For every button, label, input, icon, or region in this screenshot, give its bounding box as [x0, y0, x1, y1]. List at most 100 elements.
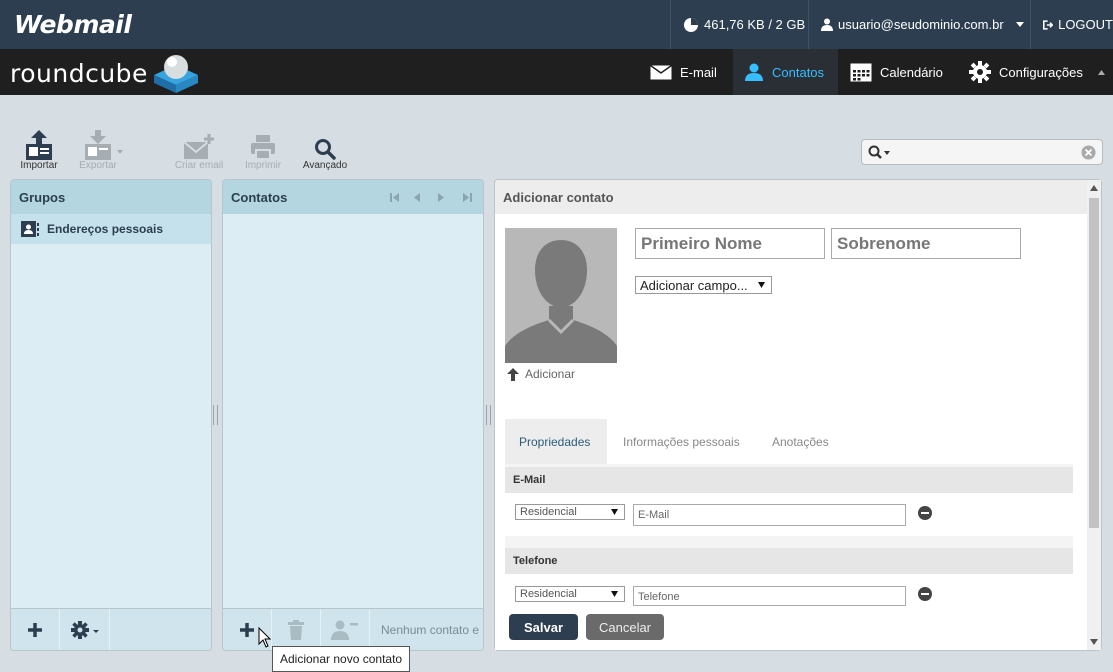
phone-type-select[interactable]: Residencial	[515, 586, 625, 602]
nav-bar: roundcube E-mail Contatos Calendário Con…	[0, 49, 1113, 95]
caret-up-icon	[1098, 69, 1105, 75]
import-button[interactable]: Importar	[11, 128, 67, 171]
nav-email-label: E-mail	[680, 64, 717, 80]
remove-from-group-button[interactable]	[321, 609, 370, 650]
arrow-up-icon	[507, 367, 519, 381]
contacts-panel: Contatos Nenhum contato e	[222, 179, 484, 651]
search-icon	[315, 139, 336, 160]
remove-user-icon	[331, 620, 358, 640]
nav-contacts[interactable]: Contatos	[733, 49, 838, 95]
export-button[interactable]: Exportar	[76, 128, 132, 171]
gear-icon	[70, 621, 99, 639]
compose-mail-icon	[183, 134, 214, 159]
trash-icon	[288, 620, 304, 640]
select-arrow-icon	[611, 591, 618, 597]
first-page-icon[interactable]	[389, 193, 401, 202]
delete-contact-button[interactable]	[272, 609, 321, 650]
calendar-icon	[850, 63, 872, 81]
last-name-input[interactable]: Sobrenome	[831, 228, 1021, 259]
groups-panel: Grupos Endereços pessoais	[10, 179, 212, 651]
advanced-label: Avançado	[302, 160, 348, 171]
print-button[interactable]: Imprimir	[235, 128, 291, 171]
import-label: Importar	[20, 160, 58, 171]
pagination	[389, 193, 473, 202]
nav-settings[interactable]: Configurações	[958, 49, 1098, 95]
quota-indicator: 461,76 KB / 2 GB	[670, 0, 808, 49]
tooltip: Adicionar novo contato	[272, 646, 411, 672]
person-icon	[745, 63, 763, 81]
add-group-button[interactable]	[11, 609, 60, 650]
form-title: Adicionar contato	[495, 180, 1101, 214]
compose-button[interactable]: Criar email	[171, 128, 227, 171]
remove-phone-button[interactable]	[918, 587, 932, 601]
last-page-icon[interactable]	[461, 193, 473, 202]
remove-email-button[interactable]	[918, 506, 932, 520]
mouse-cursor-icon	[258, 627, 272, 648]
import-icon	[26, 130, 52, 160]
scrollbar-thumb[interactable]	[1089, 198, 1099, 528]
logout-label: LOGOUT	[1058, 17, 1113, 32]
cancel-button[interactable]: Cancelar	[586, 614, 664, 640]
quota-text: 461,76 KB / 2 GB	[704, 17, 806, 32]
nav-collapse-button[interactable]	[1098, 49, 1113, 95]
caret-down-icon	[1015, 22, 1024, 27]
envelope-icon	[650, 64, 672, 79]
tab-personal-info[interactable]: Informações pessoais	[609, 419, 754, 464]
nav-calendar[interactable]: Calendário	[838, 49, 958, 95]
next-page-icon[interactable]	[437, 193, 445, 202]
group-options-button[interactable]	[60, 609, 110, 650]
webmail-logo: Webmail	[14, 10, 132, 39]
nav-settings-label: Configurações	[999, 64, 1083, 80]
avatar-silhouette-icon	[505, 240, 617, 363]
tab-properties[interactable]: Propriedades	[505, 419, 607, 464]
nav-contacts-label: Contatos	[772, 64, 825, 80]
address-book-icon	[21, 221, 39, 237]
gear-icon	[969, 61, 991, 83]
print-icon	[251, 135, 275, 160]
export-label: Exportar	[79, 160, 117, 171]
roundcube-cube-icon	[153, 55, 198, 93]
reset-search-icon[interactable]	[1081, 145, 1096, 160]
add-photo-label: Adicionar	[525, 367, 576, 381]
email-input[interactable]: E-Mail	[633, 504, 906, 526]
quick-search-input[interactable]	[861, 139, 1103, 165]
user-menu[interactable]: usuario@seudominio.com.br	[808, 0, 1030, 49]
phone-input[interactable]: Telefone	[633, 586, 906, 606]
phone-section-title: Telefone	[505, 548, 1073, 574]
prev-page-icon[interactable]	[413, 193, 421, 202]
scroll-down-icon[interactable]	[1090, 639, 1098, 645]
plus-icon	[240, 623, 254, 637]
roundcube-logo[interactable]: roundcube	[10, 53, 202, 93]
export-icon	[85, 130, 123, 160]
contacts-count-text: Nenhum contato e	[381, 623, 480, 637]
save-button[interactable]: Salvar	[509, 614, 578, 640]
form-scrollbar[interactable]	[1087, 180, 1101, 650]
contacts-title: Contatos	[223, 180, 483, 214]
tab-notes[interactable]: Anotações	[758, 419, 843, 464]
add-photo-link[interactable]: Adicionar	[507, 367, 575, 381]
first-name-input[interactable]: Primeiro Nome	[635, 228, 825, 259]
nav-calendar-label: Calendário	[880, 64, 943, 80]
email-type-select[interactable]: Residencial	[515, 504, 625, 520]
logout-icon	[1043, 19, 1054, 30]
add-field-select[interactable]: Adicionar campo...	[635, 276, 772, 294]
form-buttons-bar	[495, 606, 1086, 650]
group-item-label: Endereços pessoais	[47, 222, 164, 236]
nav-email[interactable]: E-mail	[642, 49, 733, 95]
advanced-search-button[interactable]: Avançado	[297, 128, 353, 171]
groups-footer	[11, 608, 211, 650]
pie-chart-icon	[684, 17, 698, 32]
top-bar: Webmail 461,76 KB / 2 GB usuario@seudomi…	[0, 0, 1113, 49]
scroll-up-icon[interactable]	[1090, 185, 1098, 191]
groups-splitter[interactable]	[213, 405, 218, 425]
group-item-personal[interactable]: Endereços pessoais	[11, 214, 211, 244]
select-arrow-icon	[611, 509, 618, 515]
select-arrow-icon	[758, 282, 765, 288]
plus-icon	[28, 623, 42, 637]
print-label: Imprimir	[244, 160, 282, 171]
groups-title: Grupos	[11, 180, 211, 214]
search-options-icon[interactable]	[868, 145, 892, 160]
logout-button[interactable]: LOGOUT	[1030, 0, 1113, 49]
compose-label: Criar email	[174, 160, 224, 171]
contacts-splitter[interactable]	[486, 405, 491, 425]
